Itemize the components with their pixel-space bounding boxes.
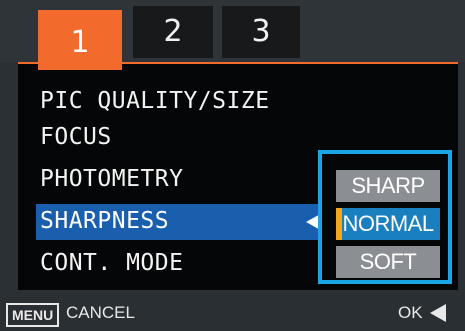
menu-item-photometry[interactable]: PHOTOMETRY <box>40 159 183 199</box>
camera-menu-screen: 1 2 3 PIC QUALITY/SIZE FOCUS PHOTOMETRY … <box>0 0 465 331</box>
footer-bar: MENU CANCEL OK <box>0 295 465 331</box>
menu-item-cont-mode[interactable]: CONT. MODE <box>40 243 183 283</box>
option-sharp[interactable]: SHARP <box>336 170 440 202</box>
option-soft[interactable]: SOFT <box>336 246 440 278</box>
selected-marker-icon <box>336 208 342 240</box>
tab-2[interactable]: 2 <box>133 6 213 58</box>
tab-strip: 1 2 3 <box>0 0 465 70</box>
menu-item-pic-quality-size[interactable]: PIC QUALITY/SIZE <box>40 81 270 121</box>
ok-label: OK <box>398 303 423 322</box>
sharpness-options-box: SHARP NORMAL SOFT <box>318 150 452 284</box>
option-normal-label: NORMAL <box>342 211 434 236</box>
tab-3[interactable]: 3 <box>222 6 300 58</box>
menu-item-focus[interactable]: FOCUS <box>40 117 112 157</box>
option-normal[interactable]: NORMAL <box>336 208 440 240</box>
left-arrow-ok-icon[interactable] <box>430 304 446 322</box>
menu-item-sharpness[interactable]: SHARPNESS <box>40 201 169 241</box>
cancel-label: CANCEL <box>66 303 135 322</box>
tab-1[interactable]: 1 <box>38 10 122 70</box>
menu-button-icon[interactable]: MENU <box>6 303 60 327</box>
